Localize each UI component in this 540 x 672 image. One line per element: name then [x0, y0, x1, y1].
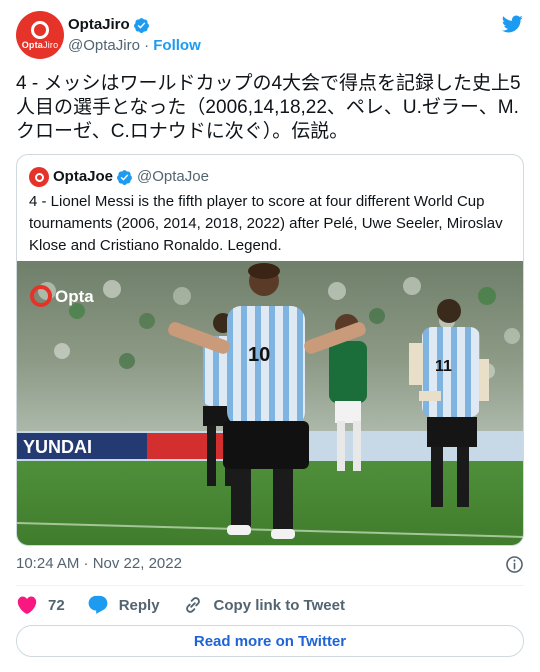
likes-count: 72: [48, 596, 65, 614]
copy-link-button[interactable]: Copy link to Tweet: [182, 594, 345, 616]
like-button[interactable]: 72: [16, 594, 65, 616]
verified-badge-icon: [133, 17, 149, 33]
tweet-header: OptaJiro OptaJiro @OptaJiro · Follow: [16, 11, 524, 61]
reply-bubble-icon: [88, 595, 108, 614]
avatar-text-suffix: Jiro: [43, 39, 59, 50]
quoted-author-name: OptaJoe: [53, 168, 114, 185]
quoted-tweet-header: OptaJoe @OptaJoe: [29, 167, 209, 187]
quoted-tweet[interactable]: OptaJoe @OptaJoe 4 - Lionel Messi is the…: [16, 154, 524, 546]
author-avatar[interactable]: OptaJiro: [16, 11, 64, 59]
heart-icon: [17, 596, 37, 614]
quoted-tweet-photo[interactable]: YUNDAI Opta 11 10: [17, 261, 523, 545]
link-icon: [185, 597, 200, 613]
opta-watermark: Opta: [55, 287, 94, 306]
copy-link-label: Copy link to Tweet: [213, 596, 345, 614]
tweet-actions: 72 Reply Copy link to Tweet: [16, 594, 367, 616]
quoted-tweet-text: 4 - Lionel Messi is the fifth player to …: [29, 193, 503, 254]
football-celebration-image: YUNDAI Opta 11 10: [17, 261, 523, 545]
tweet-timestamp[interactable]: 10:24 AM · Nov 22, 2022: [16, 554, 182, 574]
follow-link[interactable]: Follow: [153, 37, 201, 54]
info-icon[interactable]: [505, 555, 524, 574]
author-info: OptaJiro @OptaJiro · Follow: [68, 15, 201, 56]
quoted-author-avatar: [29, 167, 49, 187]
opta-logo-icon: [31, 20, 49, 39]
reply-label: Reply: [118, 596, 160, 614]
tweet-text: 4 - メッシはワールドカップの4大会で得点を記録した史上5人目の選手となった（…: [16, 73, 521, 142]
verified-badge-icon: [117, 169, 132, 185]
read-more-button[interactable]: Read more on Twitter: [16, 625, 524, 657]
author-handle[interactable]: @OptaJiro: [68, 37, 140, 54]
quoted-author-handle: @OptaJoe: [137, 168, 209, 185]
main-jersey-number: 10: [248, 344, 270, 366]
twitter-bird-icon[interactable]: [500, 13, 524, 35]
avatar-text: Opta: [21, 39, 43, 50]
footer-divider: [16, 585, 524, 586]
reply-button[interactable]: Reply: [87, 594, 160, 616]
tweet-card: OptaJiro OptaJiro @OptaJiro · Follow 4 -…: [0, 0, 540, 672]
author-name[interactable]: OptaJiro: [68, 15, 130, 35]
ad-board-text: YUNDAI: [23, 437, 92, 457]
separator-dot: ·: [144, 37, 150, 54]
right-jersey-number: 11: [435, 358, 452, 375]
opta-logo-icon: [34, 172, 44, 182]
